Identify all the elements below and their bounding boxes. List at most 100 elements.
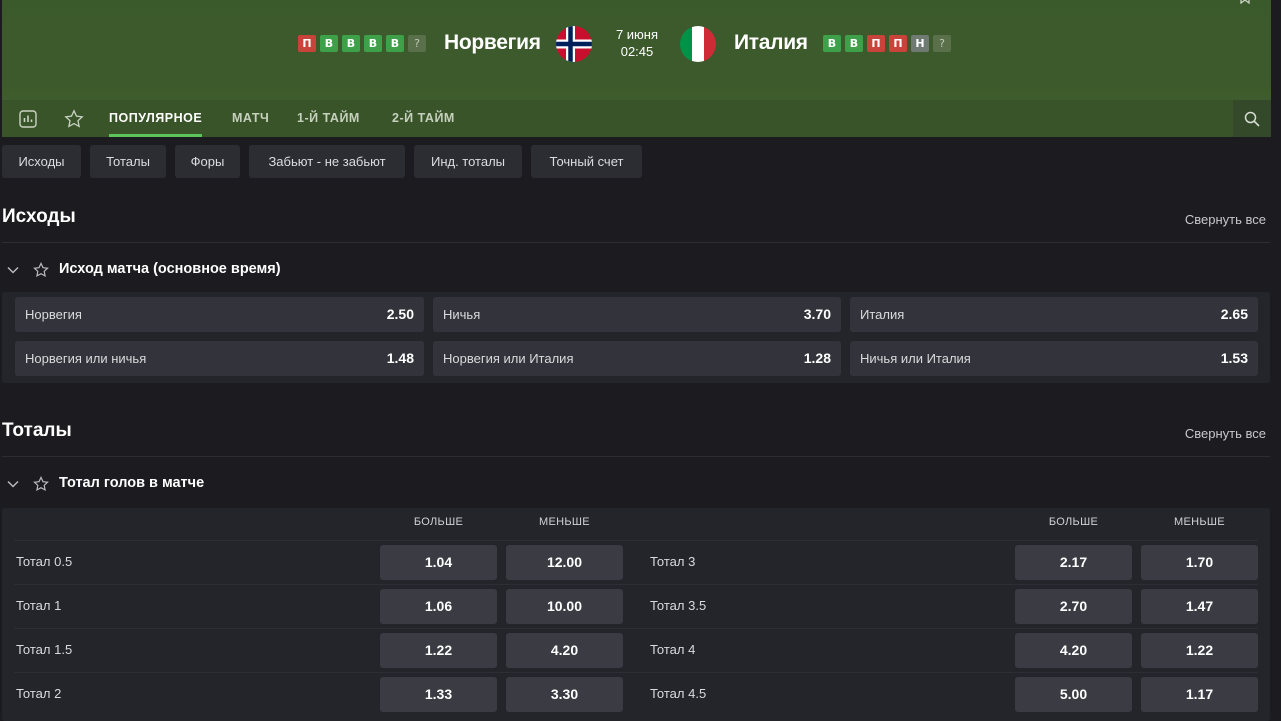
section-title-outcomes: Исходы bbox=[2, 206, 76, 227]
odd-under-button[interactable]: 3.30 bbox=[506, 677, 623, 712]
row-separator bbox=[14, 672, 1258, 673]
odd-value: 3.70 bbox=[803, 306, 831, 322]
column-header-over: БОЛЬШЕ bbox=[1048, 516, 1099, 528]
match-time: 02:45 bbox=[620, 44, 654, 59]
column-header-under: МЕНЬШЕ bbox=[539, 516, 590, 528]
form-badge: П bbox=[867, 35, 885, 52]
total-row-label: Тотал 1 bbox=[16, 598, 62, 613]
away-form: В В П П Н ? bbox=[823, 35, 951, 52]
total-row-label: Тотал 3 bbox=[650, 554, 696, 569]
odd-under-button[interactable]: 4.20 bbox=[506, 633, 623, 668]
odd-label: Норвегия или Италия bbox=[443, 351, 574, 366]
odd-over-button[interactable]: 1.33 bbox=[380, 677, 497, 712]
odd-button[interactable]: Норвегия 2.50 bbox=[15, 297, 424, 332]
odd-over-button[interactable]: 1.06 bbox=[380, 589, 497, 624]
odd-value: 1.53 bbox=[1220, 350, 1248, 366]
odd-over-button[interactable]: 2.17 bbox=[1015, 545, 1132, 580]
market-title: Тотал голов в матче bbox=[59, 475, 205, 491]
total-row-label: Тотал 4 bbox=[650, 642, 696, 657]
form-badge: П bbox=[298, 35, 316, 52]
odd-under-button[interactable]: 10.00 bbox=[506, 589, 623, 624]
odd-button[interactable]: Норвегия или ничья 1.48 bbox=[15, 341, 424, 376]
row-separator bbox=[14, 540, 1258, 541]
form-badge: П bbox=[889, 35, 907, 52]
away-team-name[interactable]: Италия bbox=[734, 31, 808, 55]
odd-value: 1.48 bbox=[386, 350, 414, 366]
norway-flag-icon bbox=[556, 26, 592, 62]
odd-label: Италия bbox=[860, 307, 905, 322]
odd-label: Ничья или Италия bbox=[860, 351, 971, 366]
market-tabs: ПОПУЛЯРНОЕ МАТЧ 1-Й ТАЙМ 2-Й ТАЙМ bbox=[2, 100, 1271, 137]
total-row-label: Тотал 2 bbox=[16, 686, 62, 701]
italy-flag-icon bbox=[680, 26, 716, 62]
home-form: П В В В В ? bbox=[298, 35, 426, 52]
odd-under-button[interactable]: 1.70 bbox=[1141, 545, 1258, 580]
chip-outcomes[interactable]: Исходы bbox=[2, 145, 81, 178]
tab-popular[interactable]: ПОПУЛЯРНОЕ bbox=[109, 100, 203, 137]
match-datetime: 7 июня 02:45 bbox=[602, 26, 672, 60]
form-badge: В bbox=[845, 35, 863, 52]
chip-team-totals[interactable]: Инд. тоталы bbox=[414, 145, 522, 178]
collapse-all-totals[interactable]: Свернуть все bbox=[1185, 426, 1266, 441]
form-badge: В bbox=[320, 35, 338, 52]
scoreboard: П В В В В ? Норвегия 7 июня 02:45 Италия… bbox=[2, 0, 1271, 100]
tab-match[interactable]: МАТЧ bbox=[232, 100, 269, 137]
chevron-down-icon[interactable] bbox=[6, 477, 20, 491]
pin-icon[interactable] bbox=[1239, 0, 1251, 4]
star-icon[interactable] bbox=[33, 262, 49, 278]
odd-under-button[interactable]: 1.22 bbox=[1141, 633, 1258, 668]
form-badge: В bbox=[823, 35, 841, 52]
odd-button[interactable]: Ничья или Италия 1.53 bbox=[850, 341, 1258, 376]
home-team-name[interactable]: Норвегия bbox=[444, 31, 541, 55]
chip-both-score[interactable]: Забьют - не забьют bbox=[249, 145, 405, 178]
odd-under-button[interactable]: 1.17 bbox=[1141, 677, 1258, 712]
odd-button[interactable]: Италия 2.65 bbox=[850, 297, 1258, 332]
divider bbox=[2, 242, 1270, 243]
odd-over-button[interactable]: 5.00 bbox=[1015, 677, 1132, 712]
form-badge: В bbox=[342, 35, 360, 52]
outcome-odds-panel: Норвегия 2.50 Ничья 3.70 Италия 2.65 Нор… bbox=[2, 292, 1270, 383]
chip-totals[interactable]: Тоталы bbox=[90, 145, 166, 178]
total-row-label: Тотал 3.5 bbox=[650, 598, 707, 613]
odd-over-button[interactable]: 4.20 bbox=[1015, 633, 1132, 668]
match-date: 7 июня bbox=[615, 27, 659, 42]
odd-button[interactable]: Норвегия или Италия 1.28 bbox=[433, 341, 841, 376]
column-header-under: МЕНЬШЕ bbox=[1174, 516, 1225, 528]
odd-value: 1.28 bbox=[803, 350, 831, 366]
odd-under-button[interactable]: 12.00 bbox=[506, 545, 623, 580]
divider bbox=[2, 456, 1270, 457]
tab-second-half[interactable]: 2-Й ТАЙМ bbox=[392, 100, 455, 137]
tab-first-half[interactable]: 1-Й ТАЙМ bbox=[297, 100, 360, 137]
form-badge: В bbox=[386, 35, 404, 52]
chip-exact-score[interactable]: Точный счет bbox=[531, 145, 642, 178]
odd-label: Норвегия bbox=[25, 307, 82, 322]
star-icon[interactable] bbox=[64, 109, 84, 129]
odd-over-button[interactable]: 1.04 bbox=[380, 545, 497, 580]
total-row-label: Тотал 1.5 bbox=[16, 642, 73, 657]
section-title-totals: Тоталы bbox=[2, 420, 72, 441]
odd-button[interactable]: Ничья 3.70 bbox=[433, 297, 841, 332]
form-badge: ? bbox=[408, 35, 426, 52]
form-badge: Н bbox=[911, 35, 929, 52]
odd-label: Ничья bbox=[443, 307, 481, 322]
chip-handicaps[interactable]: Форы bbox=[175, 145, 240, 178]
market-header-outcome[interactable]: Исход матча (основное время) bbox=[2, 256, 1002, 286]
odd-over-button[interactable]: 1.22 bbox=[380, 633, 497, 668]
odd-value: 2.50 bbox=[386, 306, 414, 322]
row-separator bbox=[14, 628, 1258, 629]
form-badge: ? bbox=[933, 35, 951, 52]
market-header-totals[interactable]: Тотал голов в матче bbox=[2, 470, 1002, 500]
odd-over-button[interactable]: 2.70 bbox=[1015, 589, 1132, 624]
star-icon[interactable] bbox=[33, 476, 49, 492]
search-button[interactable] bbox=[1233, 100, 1271, 137]
collapse-all-outcomes[interactable]: Свернуть все bbox=[1185, 212, 1266, 227]
odd-label: Норвегия или ничья bbox=[25, 351, 147, 366]
search-icon bbox=[1244, 111, 1260, 127]
row-separator bbox=[14, 584, 1258, 585]
column-header-over: БОЛЬШЕ bbox=[413, 516, 464, 528]
total-row-label: Тотал 4.5 bbox=[650, 686, 707, 701]
stats-icon[interactable] bbox=[18, 109, 38, 129]
match-header: П В В В В ? Норвегия 7 июня 02:45 Италия… bbox=[2, 0, 1271, 137]
chevron-down-icon[interactable] bbox=[6, 263, 20, 277]
odd-under-button[interactable]: 1.47 bbox=[1141, 589, 1258, 624]
